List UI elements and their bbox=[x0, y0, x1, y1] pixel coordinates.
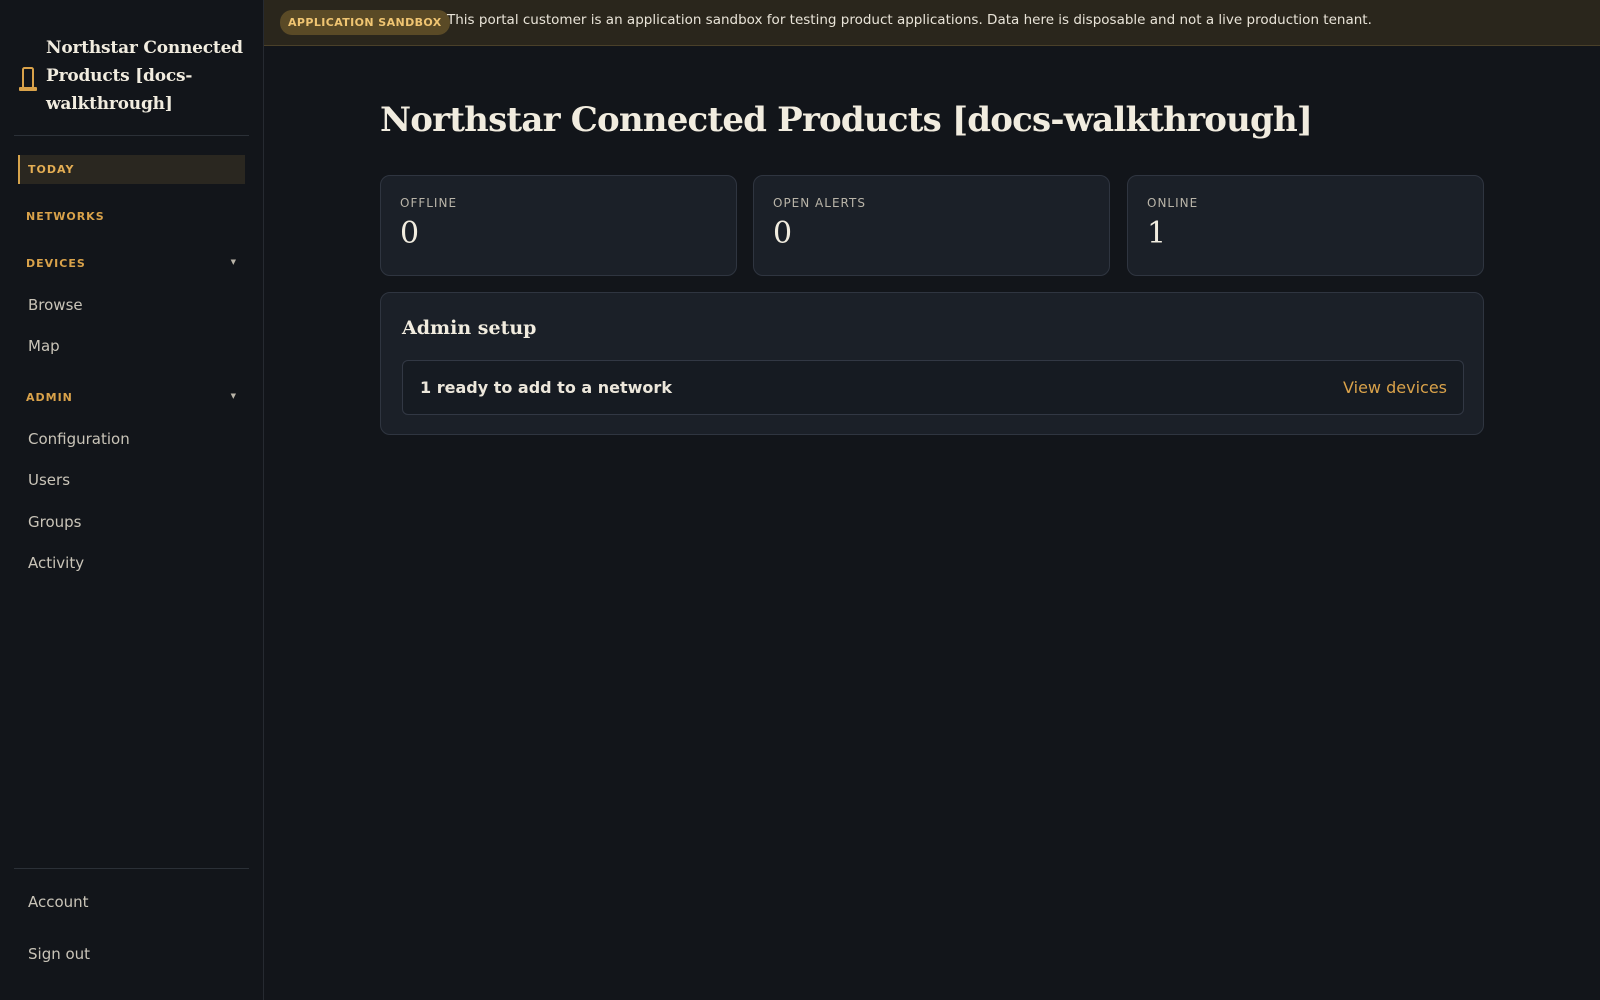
nav-networks-label: NETWORKS bbox=[26, 210, 105, 223]
nav-section-admin[interactable]: ADMIN ▼ bbox=[26, 391, 236, 407]
sidebar-divider bbox=[14, 868, 249, 869]
setup-task-text: 1 ready to add to a network bbox=[420, 378, 672, 397]
nav-devices-label: DEVICES bbox=[26, 257, 86, 270]
sidebar: Northstar Connected Products [docs-walkt… bbox=[0, 0, 264, 1000]
nav-item-account[interactable]: Account bbox=[28, 893, 89, 911]
nav-section-devices[interactable]: DEVICES ▼ bbox=[26, 257, 236, 273]
stat-value: 0 bbox=[400, 216, 420, 251]
nav-item-users[interactable]: Users bbox=[28, 471, 70, 489]
stat-label: ONLINE bbox=[1147, 196, 1199, 210]
brand: Northstar Connected Products [docs-walkt… bbox=[14, 22, 249, 136]
stat-card-open-alerts[interactable]: OPEN ALERTS 0 bbox=[753, 175, 1110, 276]
nav-item-groups[interactable]: Groups bbox=[28, 513, 81, 531]
stat-card-offline[interactable]: OFFLINE 0 bbox=[380, 175, 737, 276]
banner-message: This portal customer is an application s… bbox=[447, 12, 1372, 28]
caret-down-icon[interactable]: ▼ bbox=[231, 392, 236, 400]
sandbox-banner: APPLICATION SANDBOX This portal customer… bbox=[264, 0, 1600, 46]
sign-out-button[interactable]: Sign out bbox=[28, 945, 90, 963]
stat-value: 0 bbox=[773, 216, 793, 251]
nav-item-map[interactable]: Map bbox=[28, 337, 60, 355]
sandbox-badge: APPLICATION SANDBOX bbox=[280, 10, 450, 35]
view-devices-link[interactable]: View devices bbox=[1343, 378, 1447, 397]
nav-admin-label: ADMIN bbox=[26, 391, 73, 404]
admin-setup-card: Admin setup 1 ready to add to a network … bbox=[380, 292, 1484, 435]
setup-task-row: 1 ready to add to a network View devices bbox=[402, 360, 1464, 415]
nav-item-today[interactable]: TODAY bbox=[18, 155, 245, 184]
brand-title[interactable]: Northstar Connected Products [docs-walkt… bbox=[46, 34, 246, 118]
app: Northstar Connected Products [docs-walkt… bbox=[0, 0, 1600, 1000]
admin-setup-title: Admin setup bbox=[402, 317, 537, 339]
page-title: Northstar Connected Products [docs-walkt… bbox=[380, 100, 1313, 140]
caret-down-icon[interactable]: ▼ bbox=[231, 258, 236, 266]
nav-item-activity[interactable]: Activity bbox=[28, 554, 84, 572]
stat-label: OPEN ALERTS bbox=[773, 196, 866, 210]
nav-item-configuration[interactable]: Configuration bbox=[28, 430, 130, 448]
device-icon bbox=[19, 67, 39, 93]
nav-item-browse[interactable]: Browse bbox=[28, 296, 83, 314]
stat-card-online[interactable]: ONLINE 1 bbox=[1127, 175, 1484, 276]
stat-label: OFFLINE bbox=[400, 196, 458, 210]
nav-item-networks[interactable]: NETWORKS bbox=[26, 210, 236, 226]
stat-value: 1 bbox=[1147, 216, 1167, 251]
